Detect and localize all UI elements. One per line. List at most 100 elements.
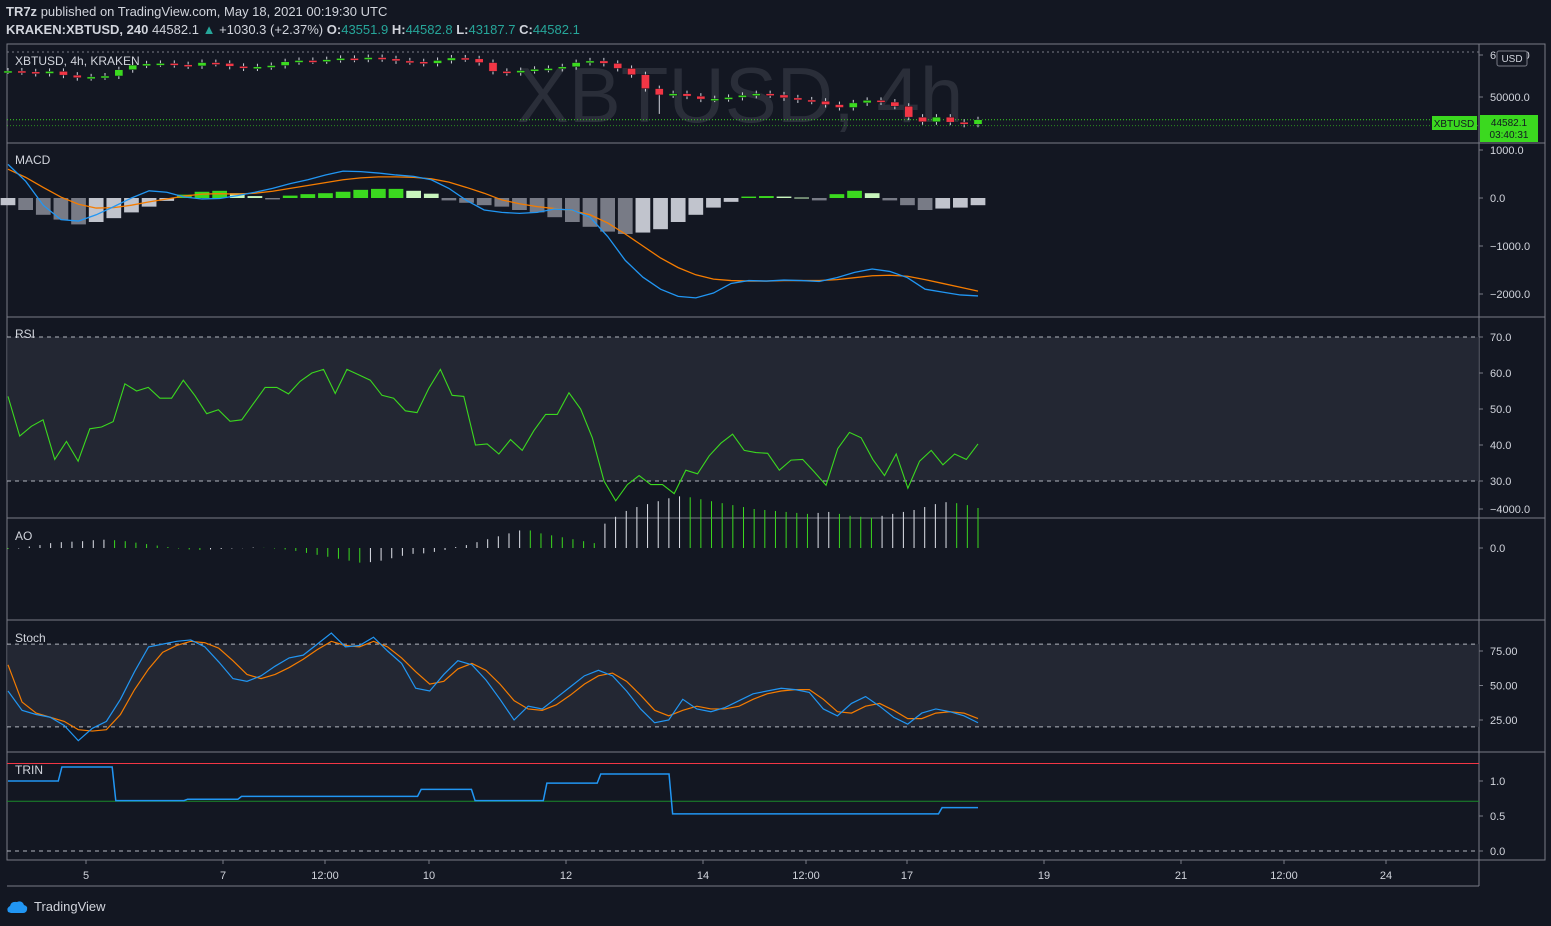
candle <box>308 60 318 63</box>
candle <box>433 60 442 64</box>
x-tick-label: 5 <box>83 870 89 882</box>
candle <box>904 105 914 118</box>
candle <box>86 76 96 80</box>
candle <box>447 57 456 61</box>
x-tick-label: 21 <box>1175 870 1187 882</box>
rsi-tick-label: 30.0 <box>1490 476 1511 488</box>
candle <box>266 65 276 68</box>
candle <box>253 66 262 70</box>
candle <box>862 100 872 104</box>
stoch-pane: 75.00 50.00 25.00 <box>7 632 1518 742</box>
ao-tick-label: −4000.0 <box>1490 504 1530 516</box>
candle <box>72 74 82 78</box>
candle <box>613 63 623 69</box>
candle <box>142 63 151 67</box>
macd-tick-label: 1000.0 <box>1490 145 1524 157</box>
candle <box>225 63 235 67</box>
macd-histogram-bar <box>688 198 704 215</box>
macd-histogram-bar <box>741 196 757 198</box>
candle <box>460 57 470 61</box>
candle <box>932 116 941 123</box>
rsi-pane: 70.0 60.0 50.0 40.0 30.0 <box>7 332 1511 502</box>
candle <box>156 63 165 66</box>
trin-tick-label: 0.5 <box>1490 811 1505 823</box>
macd-line <box>7 163 979 299</box>
candle <box>474 58 484 63</box>
ao-tick-label: 0.0 <box>1490 543 1505 555</box>
candle <box>751 93 761 96</box>
rsi-tick-label: 60.0 <box>1490 368 1511 380</box>
macd-histogram-bar <box>423 193 439 198</box>
candle <box>59 71 68 76</box>
candle <box>114 69 124 77</box>
candle <box>45 71 54 74</box>
candle <box>31 71 41 75</box>
candle <box>959 121 969 125</box>
price-pane-label: XBTUSD, 4h, KRAKEN <box>15 54 140 68</box>
candle <box>336 58 345 61</box>
candle <box>17 70 27 74</box>
candle <box>280 61 290 66</box>
macd-histogram-bar <box>935 198 951 209</box>
macd-histogram-bar <box>282 195 298 198</box>
candle <box>807 99 817 103</box>
candle <box>169 63 179 66</box>
macd-histogram-bar <box>706 198 721 208</box>
tradingview-cloud-icon <box>7 900 28 913</box>
macd-histogram-bar <box>653 198 668 230</box>
trin-line <box>8 766 978 815</box>
macd-histogram-bar <box>318 193 333 198</box>
macd-histogram-bar <box>776 196 792 198</box>
chart-canvas[interactable]: XBTUSD, 4h 60000.050000.0 1000.00.0−1000… <box>0 0 1551 926</box>
macd-histogram-bar <box>864 193 880 198</box>
macd-histogram-bar <box>441 198 457 201</box>
macd-histogram-bar <box>794 197 809 199</box>
macd-histogram-bar <box>300 194 316 198</box>
candle <box>377 57 387 60</box>
x-tick-label: 7 <box>220 870 226 882</box>
candle <box>835 104 844 108</box>
candle <box>391 58 401 62</box>
x-tick-label: 12:00 <box>311 870 339 882</box>
candle <box>502 71 512 74</box>
trin-tick-label: 0.0 <box>1490 846 1505 858</box>
macd-histogram-bar <box>35 198 51 215</box>
candle <box>405 60 415 64</box>
trin-label: TRIN <box>15 763 43 777</box>
candle <box>765 93 775 96</box>
candle <box>516 70 526 73</box>
macd-histogram-bar <box>247 196 263 198</box>
macd-pane: 1000.0 0.0 −1000.0 −2000.0 <box>0 145 1530 301</box>
macd-histogram-bar <box>970 198 986 206</box>
macd-histogram-bar <box>388 188 404 198</box>
stoch-tick-label: 75.00 <box>1490 646 1518 658</box>
candle <box>239 66 248 69</box>
macd-histogram-bar <box>829 194 845 198</box>
candle <box>544 68 553 71</box>
candle <box>488 62 498 72</box>
axes: 5 7 12:00 10 12 14 12:00 17 19 21 12:00 24 <box>83 860 1392 882</box>
candle <box>571 62 581 68</box>
tradingview-logo[interactable]: TradingView <box>6 899 106 914</box>
macd-tick-label: 0.0 <box>1490 193 1505 205</box>
candle <box>654 88 664 96</box>
macd-histogram-bar <box>476 198 492 206</box>
stoch-tick-label: 50.00 <box>1490 681 1518 693</box>
candle <box>419 61 429 64</box>
rsi-tick-label: 50.0 <box>1490 404 1511 416</box>
candle <box>294 60 304 63</box>
currency-badge-text: USD <box>1501 54 1522 65</box>
macd-tick-label: −1000.0 <box>1490 241 1530 253</box>
candle <box>682 93 692 97</box>
candle <box>848 102 858 108</box>
macd-histogram-bar <box>670 198 686 222</box>
x-tick-label: 12:00 <box>792 870 820 882</box>
candle <box>585 60 595 64</box>
macd-histogram-bar <box>900 198 915 206</box>
stoch-label: Stoch <box>15 631 46 645</box>
candle <box>793 97 803 101</box>
x-tick-label: 19 <box>1038 870 1050 882</box>
trin-pane: 1.0 0.5 0.0 <box>7 763 1505 858</box>
candle <box>322 59 332 62</box>
macd-histogram-bar <box>917 198 933 210</box>
